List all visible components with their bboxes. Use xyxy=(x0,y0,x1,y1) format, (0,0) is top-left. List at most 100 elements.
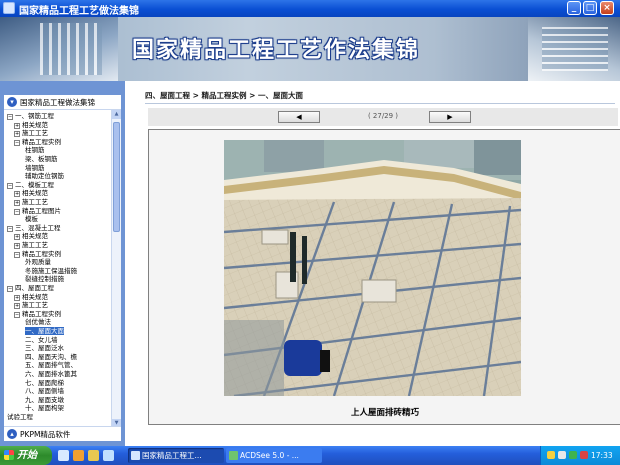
taskbar-item-app[interactable]: 国家精品工程工... xyxy=(128,448,224,463)
tree-item[interactable]: + 相关规范 xyxy=(14,121,48,129)
desktop-icon[interactable] xyxy=(58,450,69,461)
taskbar-item-acdsee[interactable]: ACDSee 5.0 - ... xyxy=(226,448,322,463)
tree-item[interactable]: 外观质量 xyxy=(25,258,51,266)
tree-item-label: 冬施施工保温措施 xyxy=(25,266,77,275)
rooftop-photo-graphic xyxy=(224,140,521,396)
sidebar-section-footer[interactable]: ▴ PKPM精品软件 xyxy=(4,426,121,441)
tree-item[interactable]: 一、屋面大面 xyxy=(25,327,64,335)
tree-item[interactable]: 四、屋面天沟、檐 xyxy=(25,353,77,361)
header-banner: 国家精品工程工艺作法集锦 xyxy=(0,17,620,81)
tree-item[interactable]: + 施工工艺 xyxy=(14,198,48,206)
tree-item[interactable]: 辅助定位钢筋 xyxy=(25,172,64,180)
collapse-icon[interactable]: − xyxy=(7,114,13,120)
expand-icon[interactable]: ▴ xyxy=(7,429,17,439)
tree-item[interactable]: 墙钢筋 xyxy=(25,164,45,172)
tree-item-label: 一、钢筋工程 xyxy=(15,112,54,120)
browser-icon[interactable] xyxy=(73,450,84,461)
tree-item-label: 模板 xyxy=(25,215,38,224)
tree-item-label: 九、屋面支墩 xyxy=(25,395,64,404)
folder-icon[interactable] xyxy=(88,450,99,461)
expand-icon[interactable]: + xyxy=(14,200,20,206)
tree-scrollbar[interactable]: ▲ ▼ xyxy=(111,110,121,427)
expand-icon[interactable]: + xyxy=(14,234,20,241)
tree-item[interactable]: + 相关规范 xyxy=(14,189,48,198)
tree-item-label: 墙钢筋 xyxy=(25,163,45,172)
collapse-icon[interactable]: − xyxy=(14,208,20,215)
system-tray: 17:33 xyxy=(540,446,620,465)
tree-item[interactable]: + 施工工艺 xyxy=(14,241,48,249)
tree-item[interactable]: + 相关规范 xyxy=(14,232,48,241)
maximize-button[interactable]: □ xyxy=(583,1,597,15)
collapse-icon[interactable]: − xyxy=(14,311,20,318)
previous-button[interactable]: ◀ xyxy=(278,111,320,123)
tree-item[interactable]: 试验工程 xyxy=(7,413,33,421)
tree-item[interactable]: 三、屋面泛水 xyxy=(25,344,64,352)
tree-item[interactable]: 十、屋面构架 xyxy=(25,404,64,412)
volume-icon[interactable] xyxy=(558,451,566,459)
collapse-icon[interactable]: ▾ xyxy=(7,97,17,107)
expand-icon[interactable]: + xyxy=(14,122,20,129)
tree-item-label: 精品工程图片 xyxy=(22,206,61,215)
tree-item[interactable]: 九、屋面支墩 xyxy=(25,396,64,404)
tree-item-label: 施工工艺 xyxy=(22,301,48,310)
expand-icon[interactable]: + xyxy=(14,294,20,301)
tree-item-label: 相关规范 xyxy=(22,232,48,241)
tree-item-label: 相关规范 xyxy=(22,189,48,198)
tree-item-label: 施工工艺 xyxy=(22,129,48,138)
collapse-icon[interactable]: − xyxy=(7,286,13,292)
tree-item-label: 四、屋面天沟、檐 xyxy=(25,352,77,361)
tree-item[interactable]: 六、屋面排水篦其 xyxy=(25,370,77,378)
tree-item[interactable]: 七、屋面爬梯 xyxy=(25,379,64,387)
tree-item[interactable]: − 精品工程实例 xyxy=(14,138,61,146)
tree-item[interactable]: − 精品工程实例 xyxy=(14,310,61,318)
banner-building-image xyxy=(0,17,118,81)
tree-item[interactable]: 柱钢筋 xyxy=(25,146,45,154)
window-titlebar: 国家精品工程工艺做法集锦 _ □ × xyxy=(0,0,620,17)
tree-item[interactable]: 二、女儿墙 xyxy=(25,336,58,344)
collapse-icon[interactable]: − xyxy=(7,225,13,232)
rooftop-photo xyxy=(224,140,521,396)
tree-item[interactable]: − 三、混凝土工程 xyxy=(7,224,61,232)
expand-icon[interactable]: + xyxy=(14,303,20,310)
breadcrumb: 四、屋面工程 > 精品工程实例 > 一、屋面大面 xyxy=(145,91,304,100)
tree-item[interactable]: − 二、模板工程 xyxy=(7,181,54,189)
tree-item[interactable]: 创优做法 xyxy=(25,318,51,326)
main-content: 四、屋面工程 > 精品工程实例 > 一、屋面大面 ◀ ( 27/29 ) ▶ 上… xyxy=(125,81,620,446)
security-icon[interactable] xyxy=(569,451,577,459)
tree-item[interactable]: 裂缝控制措施 xyxy=(25,275,64,283)
close-button[interactable]: × xyxy=(600,1,614,15)
expand-icon[interactable]: + xyxy=(14,131,20,138)
network-icon[interactable] xyxy=(547,451,555,459)
tree-item-label: 试验工程 xyxy=(7,413,33,421)
tree-item[interactable]: + 施工工艺 xyxy=(14,129,48,138)
taskbar-item-label: ACDSee 5.0 - ... xyxy=(240,451,299,460)
tree-item[interactable]: 八、屋面侧墙 xyxy=(25,387,64,395)
tree-item[interactable]: + 相关规范 xyxy=(14,293,48,301)
expand-icon[interactable]: + xyxy=(14,243,20,249)
navigation-tree: − 一、钢筋工程 + 相关规范 + 施工工艺 − 精品工程实例 柱钢筋 梁、板钢筋 墙钢筋 辅助定位钢… xyxy=(4,109,121,427)
tree-item[interactable]: 冬施施工保温措施 xyxy=(25,267,77,275)
media-icon[interactable] xyxy=(103,450,114,461)
sidebar-section-header[interactable]: ▾ 国家精品工程做法集锦 xyxy=(4,95,121,109)
tree-item[interactable]: − 一、钢筋工程 xyxy=(7,112,54,120)
tree-item[interactable]: 模板 xyxy=(25,215,38,223)
tree-item[interactable]: − 精品工程图片 xyxy=(14,207,61,215)
collapse-icon[interactable]: − xyxy=(14,251,20,258)
tree-item[interactable]: − 四、屋面工程 xyxy=(7,284,54,292)
scroll-thumb[interactable] xyxy=(113,122,120,232)
tree-item-label: 施工工艺 xyxy=(22,198,48,206)
antivirus-icon[interactable] xyxy=(580,451,588,459)
start-button[interactable]: 开始 xyxy=(0,446,52,465)
tree-item[interactable]: 五、屋面排气管、 xyxy=(25,361,77,369)
collapse-icon[interactable]: − xyxy=(14,139,20,146)
tree-item[interactable]: + 施工工艺 xyxy=(14,301,48,310)
scroll-up-icon[interactable]: ▲ xyxy=(112,110,121,119)
sidebar-header-label: 国家精品工程做法集锦 xyxy=(20,98,95,107)
next-button[interactable]: ▶ xyxy=(429,111,471,123)
minimize-button[interactable]: _ xyxy=(567,1,581,15)
tree-item-label: 三、混凝土工程 xyxy=(15,223,61,232)
tree-item[interactable]: − 精品工程实例 xyxy=(14,250,61,258)
expand-icon[interactable]: + xyxy=(14,191,20,198)
collapse-icon[interactable]: − xyxy=(7,182,13,189)
tree-item[interactable]: 梁、板钢筋 xyxy=(25,155,58,163)
